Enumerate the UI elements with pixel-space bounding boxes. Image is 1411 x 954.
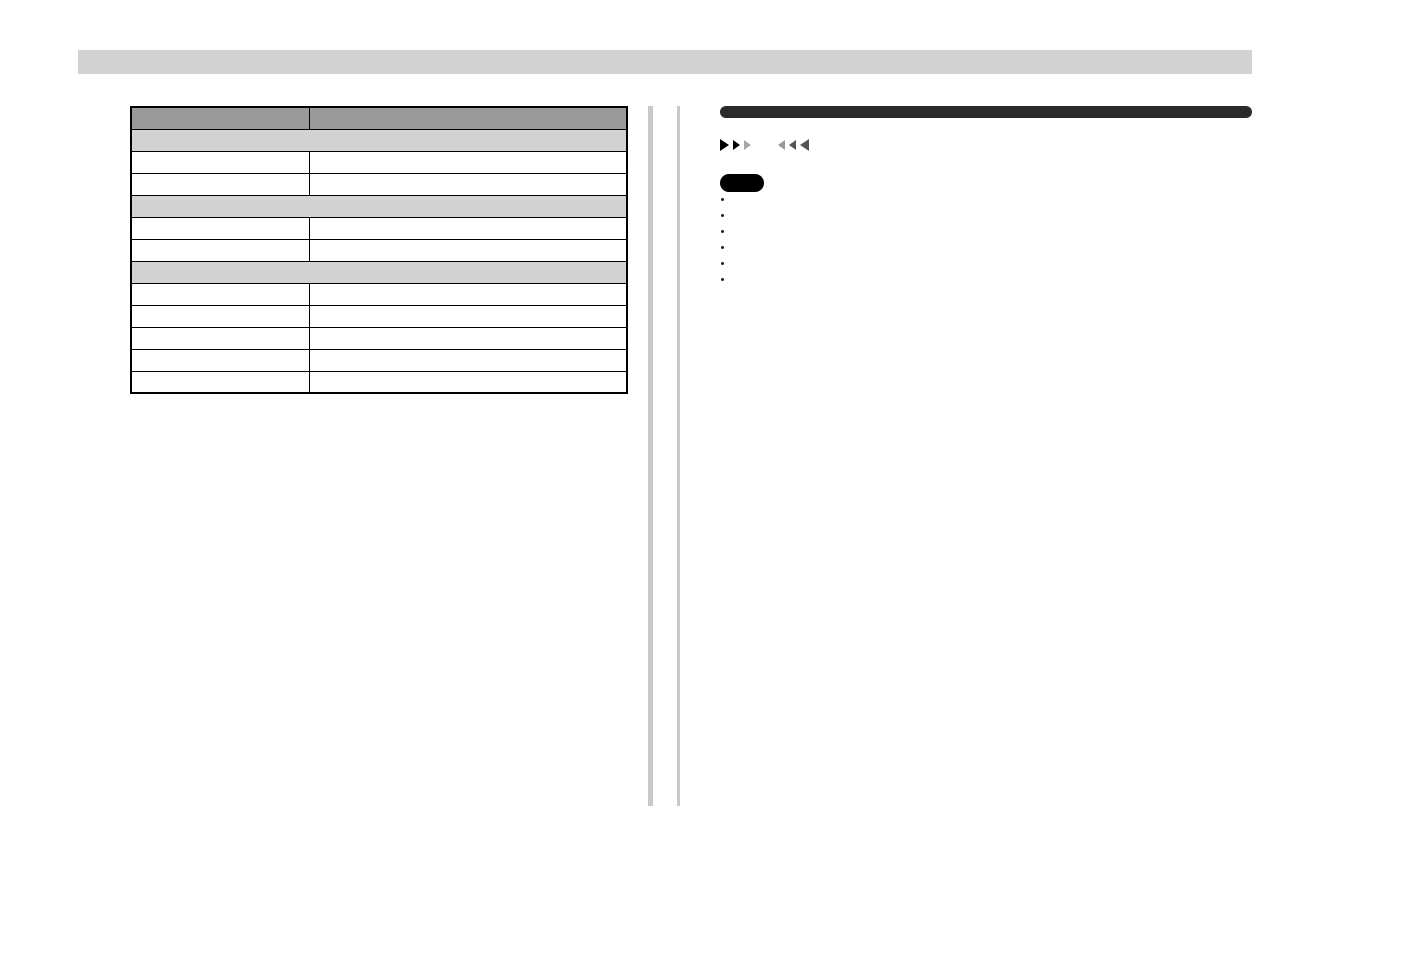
cell-val	[310, 327, 628, 349]
icon-row	[720, 136, 1252, 152]
cell-val	[310, 173, 628, 195]
block-fastforward	[720, 136, 1252, 152]
cell-key	[131, 283, 310, 305]
cell-val	[310, 217, 628, 239]
cell-key	[131, 151, 310, 173]
table-row	[131, 371, 627, 393]
fast-forward-icon	[720, 139, 751, 151]
note-body	[720, 174, 1240, 192]
column-left	[78, 106, 628, 394]
table-row	[131, 151, 627, 173]
cell-val	[310, 239, 628, 261]
table-row	[131, 349, 627, 371]
cell-val	[310, 371, 628, 393]
list-item	[734, 274, 1240, 286]
note-bullet-list	[720, 194, 1240, 286]
column-divider-thin	[677, 106, 680, 806]
cell-key	[131, 217, 310, 239]
rewind-icon	[778, 139, 809, 151]
table-group-2	[131, 195, 627, 217]
cell-key	[131, 327, 310, 349]
settings-table	[130, 106, 628, 394]
cell-key	[131, 305, 310, 327]
cell-val	[310, 151, 628, 173]
cell-val	[310, 349, 628, 371]
table-row	[131, 217, 627, 239]
cell-val	[310, 283, 628, 305]
list-item	[734, 242, 1240, 254]
table-header-col1	[131, 107, 310, 129]
two-column-layout	[78, 106, 1252, 806]
column-divider-thick	[648, 106, 653, 806]
table-header-col2	[310, 107, 628, 129]
table-group-2-label	[131, 195, 627, 217]
table-row	[131, 173, 627, 195]
list-item	[734, 210, 1240, 222]
cell-key	[131, 371, 310, 393]
table-group-3	[131, 261, 627, 283]
table-row	[131, 305, 627, 327]
column-right	[700, 106, 1252, 290]
table-header-row	[131, 107, 627, 129]
cell-key	[131, 173, 310, 195]
note-badge	[720, 174, 764, 192]
table-group-1-label	[131, 129, 627, 151]
table-row	[131, 283, 627, 305]
table-row	[131, 327, 627, 349]
note-area	[720, 174, 1240, 286]
table-row	[131, 239, 627, 261]
list-item	[734, 258, 1240, 270]
cell-key	[131, 239, 310, 261]
cell-val	[310, 305, 628, 327]
header-band	[78, 50, 1252, 74]
table-group-1	[131, 129, 627, 151]
list-item	[734, 226, 1240, 238]
cell-key	[131, 349, 310, 371]
table-group-3-label	[131, 261, 627, 283]
page	[78, 50, 1252, 806]
list-item	[734, 194, 1240, 206]
section-title-pill	[720, 106, 1252, 118]
